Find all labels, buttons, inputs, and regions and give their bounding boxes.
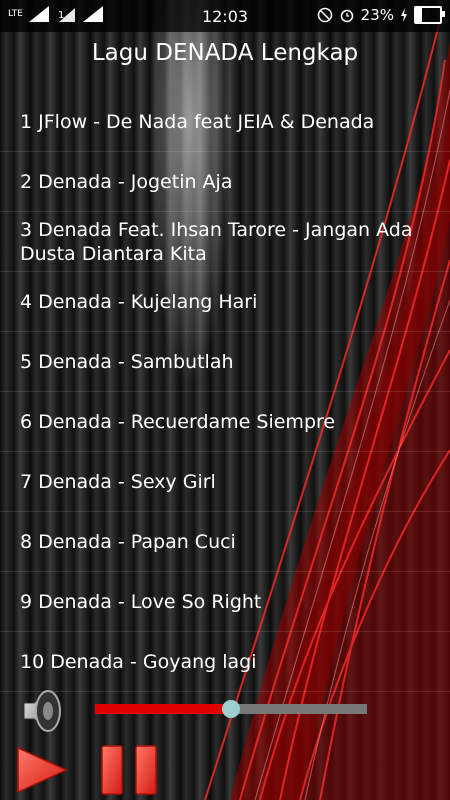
song-item[interactable]: 3 Denada Feat. Ihsan Tarore - Jangan Ada… xyxy=(0,212,450,272)
song-item[interactable]: 7 Denada - Sexy Girl xyxy=(0,452,450,512)
seek-bar-thumb[interactable] xyxy=(222,700,240,718)
song-title: 2 Denada - Jogetin Aja xyxy=(20,170,233,193)
song-item[interactable]: 9 Denada - Love So Right xyxy=(0,572,450,632)
song-title: 10 Denada - Goyang lagi xyxy=(20,650,257,673)
song-item[interactable]: 2 Denada - Jogetin Aja xyxy=(0,152,450,212)
player-controls xyxy=(0,680,450,800)
song-list: 1 JFlow - De Nada feat JEIA & Denada 2 D… xyxy=(0,92,450,692)
do-not-disturb-icon xyxy=(317,7,332,23)
song-item[interactable]: 6 Denada - Recuerdame Siempre xyxy=(0,392,450,452)
song-item[interactable]: 8 Denada - Papan Cuci xyxy=(0,512,450,572)
page-title: Lagu DENADA Lengkap xyxy=(91,40,359,66)
song-item[interactable]: 4 Denada - Kujelang Hari xyxy=(0,272,450,332)
song-title: 5 Denada - Sambutlah xyxy=(20,350,234,373)
song-title: 4 Denada - Kujelang Hari xyxy=(20,290,258,313)
play-icon[interactable] xyxy=(14,742,70,798)
battery-level xyxy=(416,8,422,22)
song-title: 1 JFlow - De Nada feat JEIA & Denada xyxy=(20,110,375,133)
battery-percent: 23% xyxy=(360,6,394,24)
speaker-icon[interactable] xyxy=(18,686,68,736)
alarm-icon xyxy=(340,9,353,23)
song-title: 3 Denada Feat. Ihsan Tarore - Jangan Ada… xyxy=(20,218,413,265)
song-title: 6 Denada - Recuerdame Siempre xyxy=(20,410,336,433)
seek-bar[interactable] xyxy=(95,700,367,718)
battery-icon xyxy=(414,6,445,24)
song-title: 9 Denada - Love So Right xyxy=(20,590,262,613)
song-title: 8 Denada - Papan Cuci xyxy=(20,530,236,553)
status-right: 23% xyxy=(317,6,445,24)
status-bar: LTE 1 12:03 23% xyxy=(0,0,450,32)
pause-icon[interactable] xyxy=(98,744,162,796)
seek-bar-progress xyxy=(95,704,231,714)
song-item[interactable]: 1 JFlow - De Nada feat JEIA & Denada xyxy=(0,92,450,152)
song-title: 7 Denada - Sexy Girl xyxy=(20,470,216,493)
charging-icon xyxy=(401,8,407,22)
song-item[interactable]: 5 Denada - Sambutlah xyxy=(0,332,450,392)
